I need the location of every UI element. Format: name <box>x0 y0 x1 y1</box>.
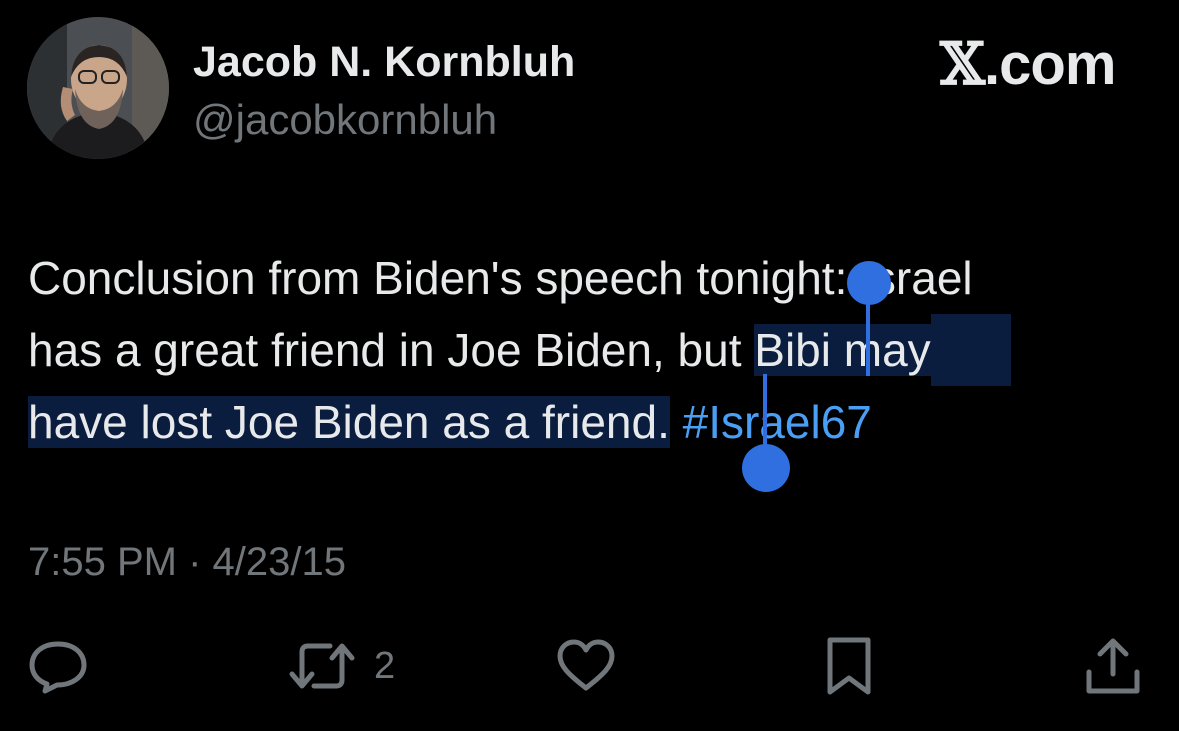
share-icon <box>1086 638 1140 694</box>
like-button[interactable] <box>556 636 616 696</box>
avatar[interactable] <box>27 17 169 159</box>
selection-end-handle[interactable] <box>740 374 792 494</box>
tweet-line-3: have lost Joe Biden as a friend. #Israel… <box>28 386 1168 458</box>
tweet-line-1: Conclusion from Biden's speech tonight: … <box>28 252 973 304</box>
tweet-text-unselected: has a great friend in Joe Biden, but <box>28 324 755 376</box>
tweet-text[interactable]: Conclusion from Biden's speech tonight: … <box>28 242 1168 458</box>
selected-text: Bibi may <box>754 324 931 376</box>
avatar-photo <box>27 17 169 159</box>
selection-start-handle[interactable] <box>846 258 892 378</box>
bookmark-icon <box>827 637 871 695</box>
x-logo: 𝕏.com <box>940 30 1116 98</box>
brand-suffix: .com <box>984 32 1116 97</box>
selected-text: have lost Joe Biden as a friend. <box>28 396 670 448</box>
share-button[interactable] <box>1084 636 1142 696</box>
tweet-line-2: has a great friend in Joe Biden, but Bib… <box>28 314 1168 386</box>
retweet-icon <box>289 643 355 689</box>
reply-icon <box>29 641 87 694</box>
heart-icon <box>557 639 615 691</box>
bookmark-button[interactable] <box>824 636 874 696</box>
author-display-name[interactable]: Jacob N. Kornbluh <box>193 38 575 87</box>
selection-fill <box>930 314 1011 386</box>
author-handle[interactable]: @jacobkornbluh <box>193 96 497 144</box>
reply-button[interactable] <box>28 636 88 696</box>
x-logo-icon: 𝕏 <box>940 30 985 98</box>
retweet-count: 2 <box>374 644 396 687</box>
timestamp[interactable]: 7:55 PM · 4/23/15 <box>28 540 346 585</box>
retweet-button[interactable]: 2 <box>286 636 395 696</box>
